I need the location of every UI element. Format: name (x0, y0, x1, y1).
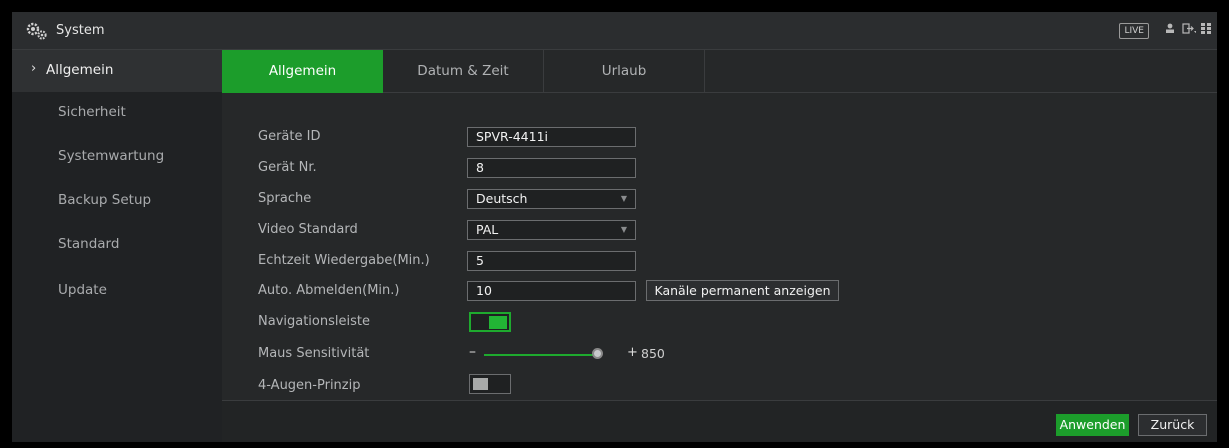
realtime-playback-input[interactable]: 5 (467, 251, 636, 271)
video-standard-label: Video Standard (258, 222, 358, 237)
window-title: System (56, 23, 105, 38)
video-standard-select[interactable]: PAL ▼ (467, 220, 636, 240)
sidebar-item-standard[interactable]: Standard (12, 224, 222, 266)
realtime-playback-label: Echtzeit Wiedergabe(Min.) (258, 253, 430, 268)
settings-gears-icon (26, 22, 47, 40)
device-id-input[interactable]: SPVR-4411i (467, 127, 636, 147)
device-no-label: Gerät Nr. (258, 160, 317, 175)
footer-bar: Anwenden Zurück (222, 400, 1217, 442)
sidebar-item-systemwartung[interactable]: Systemwartung (12, 136, 222, 178)
sidebar-item-update[interactable]: Update (12, 270, 222, 312)
sidebar-item-backup-setup[interactable]: Backup Setup (12, 180, 222, 222)
grid-menu-icon[interactable] (1201, 22, 1211, 38)
language-value: Deutsch (476, 191, 528, 206)
apply-button[interactable]: Anwenden (1056, 414, 1129, 436)
dropdown-caret-icon: ▼ (620, 194, 627, 203)
auto-logout-label: Auto. Abmelden(Min.) (258, 283, 400, 298)
tab-datum-zeit[interactable]: Datum & Zeit (383, 50, 544, 93)
system-window: System LIVE › Allgemein Sicherheit Syste… (12, 12, 1217, 442)
sidebar-item-sicherheit[interactable]: Sicherheit (12, 92, 222, 134)
auto-logout-input[interactable]: 10 (467, 281, 636, 301)
slider-decrease-button[interactable]: – (469, 344, 476, 360)
live-view-button[interactable]: LIVE (1119, 23, 1149, 39)
video-standard-value: PAL (476, 222, 499, 237)
device-id-label: Geräte ID (258, 129, 321, 144)
back-button[interactable]: Zurück (1138, 414, 1207, 436)
sidebar-item-label: Update (58, 282, 107, 298)
dropdown-caret-icon: ▼ (620, 225, 627, 234)
sidebar-item-allgemein[interactable]: › Allgemein (12, 50, 222, 92)
nav-bar-label: Navigationsleiste (258, 314, 370, 329)
main-panel: Allgemein Datum & Zeit Urlaub Geräte ID … (222, 50, 1217, 442)
mouse-sensitivity-value: 850 (641, 346, 665, 361)
nav-bar-toggle[interactable] (469, 312, 511, 332)
four-eyes-label: 4-Augen-Prinzip (258, 378, 361, 393)
toggle-knob (489, 316, 507, 329)
slider-increase-button[interactable]: + (627, 345, 638, 360)
sidebar-item-label: Sicherheit (58, 104, 126, 120)
chevron-right-icon: › (31, 61, 37, 76)
sidebar-item-label: Standard (58, 236, 120, 252)
sidebar-item-label: Backup Setup (58, 192, 152, 208)
logout-icon[interactable] (1182, 22, 1197, 38)
tab-bar: Allgemein Datum & Zeit Urlaub (222, 50, 1217, 93)
sidebar-item-label: Systemwartung (58, 148, 165, 164)
mouse-sensitivity-slider-track[interactable] (484, 354, 596, 356)
device-no-input[interactable]: 8 (467, 158, 636, 178)
tab-allgemein[interactable]: Allgemein (222, 50, 383, 93)
sidebar-item-label: Allgemein (46, 62, 114, 78)
four-eyes-toggle[interactable] (469, 374, 511, 394)
title-bar: System LIVE (12, 12, 1217, 50)
toggle-knob (473, 378, 488, 390)
language-select[interactable]: Deutsch ▼ (467, 189, 636, 209)
mouse-sensitivity-slider-thumb[interactable] (592, 348, 603, 359)
tab-urlaub[interactable]: Urlaub (544, 50, 705, 93)
mouse-sensitivity-label: Maus Sensitivität (258, 346, 370, 361)
show-channels-permanent-button[interactable]: Kanäle permanent anzeigen (646, 280, 839, 301)
user-icon[interactable] (1165, 22, 1175, 38)
language-label: Sprache (258, 191, 312, 206)
sidebar: › Allgemein Sicherheit Systemwartung Bac… (12, 50, 222, 442)
